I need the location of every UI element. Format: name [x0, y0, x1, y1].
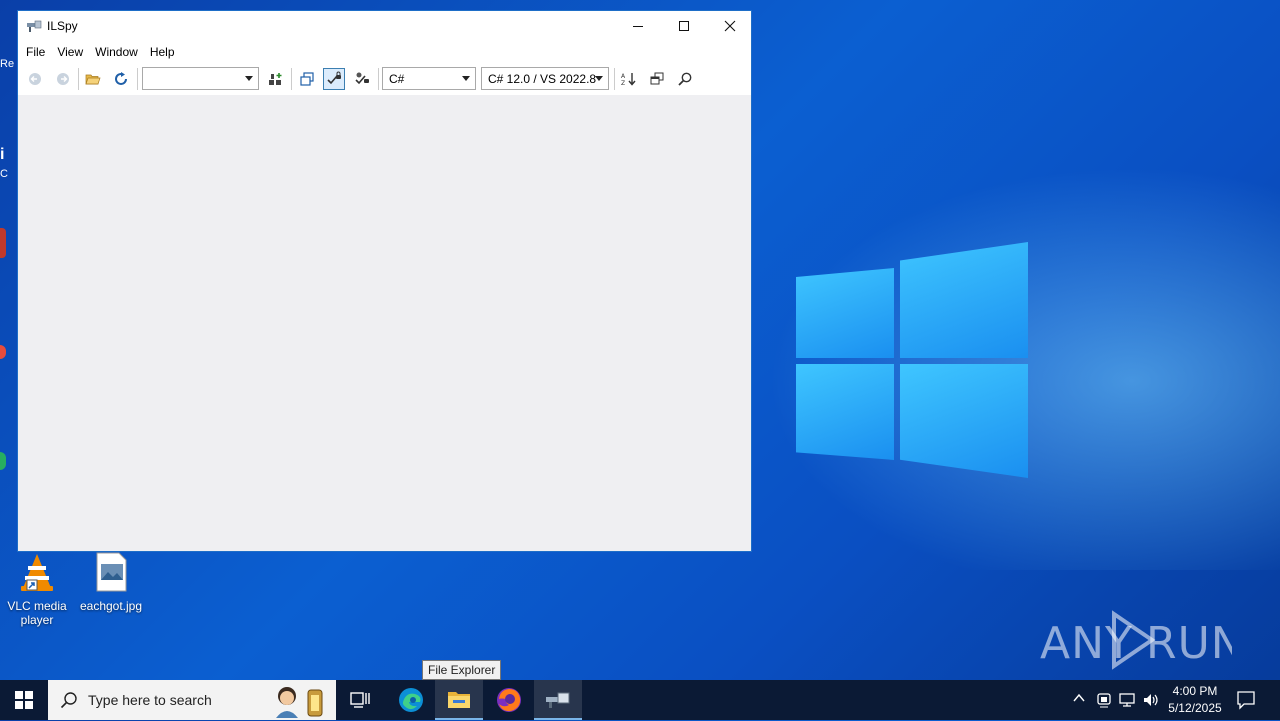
show-public-only-toggle[interactable]: [323, 68, 345, 90]
network-icon[interactable]: [1118, 691, 1136, 712]
taskbar: Type here to search 4:00 PM 5/12/2025: [0, 680, 1280, 720]
language-value: C#: [389, 72, 405, 86]
svg-text:RUN: RUN: [1146, 618, 1232, 669]
close-button[interactable]: [707, 11, 753, 41]
menu-help[interactable]: Help: [144, 45, 181, 59]
file-explorer-icon[interactable]: [435, 680, 483, 720]
open-folder-icon[interactable]: [82, 68, 104, 90]
back-button[interactable]: [24, 68, 46, 90]
anyrun-watermark: ANY RUN: [1040, 610, 1244, 681]
refresh-icon[interactable]: [110, 68, 132, 90]
sort-icon[interactable]: AZ: [618, 68, 640, 90]
window-cascade-icon[interactable]: [646, 68, 668, 90]
svg-text:A: A: [621, 73, 626, 80]
clock-date: 5/12/2025: [1168, 701, 1222, 715]
ilspy-window: ILSpy File View Window Help C# C# 12.0 /…: [17, 10, 752, 552]
windows-logo-wallpaper: [796, 242, 1028, 478]
search-highlight-illustration: [270, 682, 328, 721]
ilspy-icon[interactable]: [534, 680, 582, 720]
volume-icon[interactable]: [1142, 691, 1160, 712]
search-icon: [60, 691, 78, 712]
chevron-down-icon: [595, 76, 603, 81]
windows-icon: [15, 691, 33, 709]
edge-icon[interactable]: [387, 680, 435, 720]
taskbar-clock[interactable]: 4:00 PM 5/12/2025: [1160, 683, 1230, 717]
forward-button[interactable]: [52, 68, 74, 90]
svg-text:Z: Z: [621, 80, 625, 87]
language-version-value: C# 12.0 / VS 2022.8: [488, 72, 597, 86]
collapse-all-icon[interactable]: [296, 68, 318, 90]
chevron-down-icon: [245, 76, 253, 81]
notification-center-icon[interactable]: [1236, 690, 1256, 713]
menu-file[interactable]: File: [20, 45, 51, 59]
toolbar: C# C# 12.0 / VS 2022.8 AZ: [18, 63, 751, 95]
maximize-button[interactable]: [661, 11, 707, 41]
assembly-list-dropdown[interactable]: [142, 67, 259, 90]
toolbar-separator: [137, 68, 138, 90]
toolbar-separator: [614, 68, 615, 90]
window-title: ILSpy: [47, 19, 78, 33]
language-dropdown[interactable]: C#: [382, 67, 476, 90]
chevron-up-icon[interactable]: [1072, 691, 1086, 708]
network-security-icon[interactable]: [1096, 691, 1112, 712]
menu-window[interactable]: Window: [89, 45, 144, 59]
desktop-icon-label: eachgot.jpg: [79, 599, 143, 613]
search-icon[interactable]: [674, 68, 696, 90]
chevron-down-icon: [462, 76, 470, 81]
task-view-icon[interactable]: [336, 680, 384, 720]
minimize-button[interactable]: [615, 11, 661, 41]
search-placeholder: Type here to search: [88, 692, 212, 708]
main-content-area[interactable]: [18, 95, 751, 551]
manage-assembly-lists-icon[interactable]: [264, 68, 286, 90]
desktop-icon-eachgot[interactable]: eachgot.jpg: [76, 552, 146, 613]
title-bar[interactable]: ILSpy: [18, 11, 751, 41]
show-all-members-icon[interactable]: [351, 68, 373, 90]
desktop-icon-vlc[interactable]: VLC media player: [2, 552, 72, 627]
menu-bar: File View Window Help: [18, 41, 751, 63]
toolbar-separator: [378, 68, 379, 90]
ilspy-app-icon: [26, 19, 42, 36]
vlc-icon: [2, 552, 72, 595]
clock-time: 4:00 PM: [1172, 684, 1218, 698]
toolbar-separator: [291, 68, 292, 90]
taskbar-search-box[interactable]: Type here to search: [48, 680, 336, 720]
menu-view[interactable]: View: [51, 45, 89, 59]
desktop-icon-label: VLC media player: [7, 599, 67, 627]
file-explorer-tooltip: File Explorer: [422, 660, 502, 680]
toolbar-separator: [78, 68, 79, 90]
firefox-icon[interactable]: [485, 680, 533, 720]
start-button[interactable]: [0, 680, 48, 720]
image-file-icon: [76, 552, 146, 595]
language-version-dropdown[interactable]: C# 12.0 / VS 2022.8: [481, 67, 609, 90]
